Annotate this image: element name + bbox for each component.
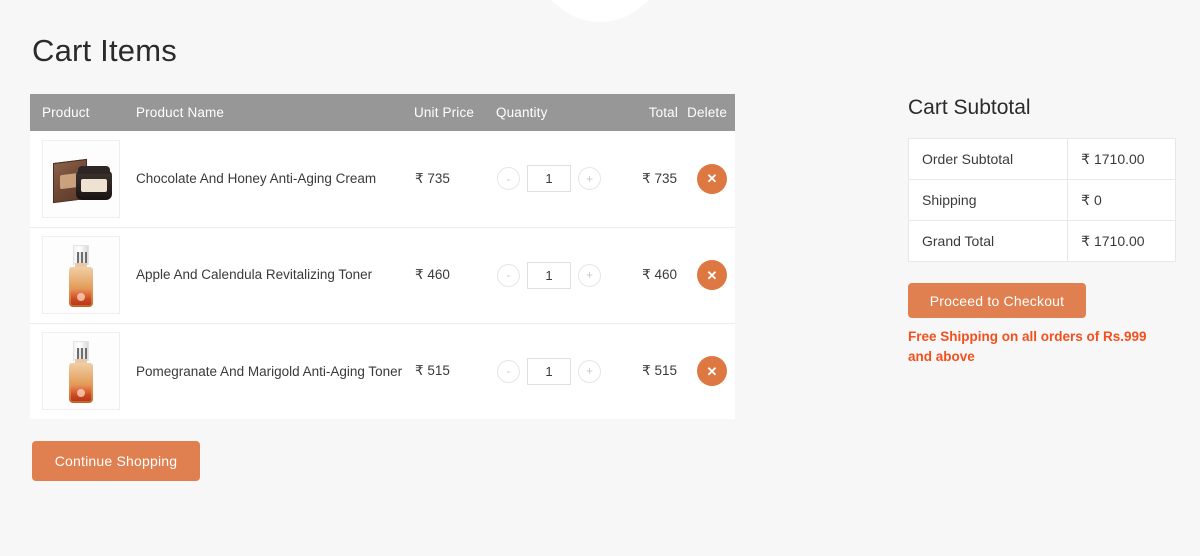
product-name[interactable]: Chocolate And Honey Anti-Aging Cream xyxy=(126,131,414,227)
column-header-product-name: Product Name xyxy=(126,94,414,131)
page-title: Cart Items xyxy=(32,34,735,68)
delete-item-button[interactable]: ✕ xyxy=(697,356,727,386)
cart-table-header-row: Product Product Name Unit Price Quantity… xyxy=(30,94,735,131)
delete-cell: ✕ xyxy=(678,227,735,323)
cart-items-section: Cart Items Product Product Name Unit Pri… xyxy=(30,34,735,481)
table-row: Grand Total ₹ 1710.00 xyxy=(909,221,1176,262)
quantity-decrement-button[interactable]: - xyxy=(497,264,520,287)
grand-total-label: Grand Total xyxy=(909,221,1068,262)
cream-jar-icon xyxy=(76,171,112,200)
column-header-product: Product xyxy=(30,94,126,131)
quantity-stepper: - + xyxy=(496,323,606,419)
column-header-quantity: Quantity xyxy=(496,94,606,131)
cart-page: Cart Items Product Product Name Unit Pri… xyxy=(0,0,1200,556)
bottle-label-icon xyxy=(71,289,91,305)
unit-price-value: ₹ 460 xyxy=(414,227,496,323)
product-image-cell xyxy=(30,131,126,227)
cart-table-header: Product Product Name Unit Price Quantity… xyxy=(30,94,735,131)
table-row: Order Subtotal ₹ 1710.00 xyxy=(909,139,1176,180)
product-name[interactable]: Apple And Calendula Revitalizing Toner xyxy=(126,227,414,323)
subtotal-title: Cart Subtotal xyxy=(908,96,1176,119)
bottle-cap-icon xyxy=(73,341,89,361)
product-thumbnail-cream-jar[interactable] xyxy=(42,140,120,218)
quantity-input[interactable] xyxy=(527,262,571,289)
cart-items-table: Product Product Name Unit Price Quantity… xyxy=(30,94,735,419)
shipping-label: Shipping xyxy=(909,180,1068,221)
row-total-value: ₹ 735 xyxy=(606,131,678,227)
column-header-unit-price: Unit Price xyxy=(414,94,496,131)
shipping-value: ₹ 0 xyxy=(1068,180,1176,221)
quantity-input[interactable] xyxy=(527,165,571,192)
column-header-delete: Delete xyxy=(678,94,735,131)
quantity-input[interactable] xyxy=(527,358,571,385)
product-thumbnail-toner-bottle[interactable] xyxy=(42,236,120,314)
header-circle-decoration xyxy=(536,0,664,22)
quantity-stepper: - + xyxy=(496,227,606,323)
row-total-value: ₹ 460 xyxy=(606,227,678,323)
proceed-to-checkout-button[interactable]: Proceed to Checkout xyxy=(908,283,1086,318)
quantity-increment-button[interactable]: + xyxy=(578,264,601,287)
delete-cell: ✕ xyxy=(678,131,735,227)
quantity-decrement-button[interactable]: - xyxy=(497,360,520,383)
delete-item-button[interactable]: ✕ xyxy=(697,260,727,290)
table-row: Chocolate And Honey Anti-Aging Cream ₹ 7… xyxy=(30,131,735,227)
grand-total-value: ₹ 1710.00 xyxy=(1068,221,1176,262)
delete-item-button[interactable]: ✕ xyxy=(697,164,727,194)
cart-subtotal-section: Cart Subtotal Order Subtotal ₹ 1710.00 S… xyxy=(908,96,1176,366)
row-total-value: ₹ 515 xyxy=(606,323,678,419)
product-thumbnail-toner-bottle[interactable] xyxy=(42,332,120,410)
cart-items-card: Product Product Name Unit Price Quantity… xyxy=(30,94,735,419)
quantity-stepper: - + xyxy=(496,131,606,227)
unit-price-value: ₹ 515 xyxy=(414,323,496,419)
unit-price-value: ₹ 735 xyxy=(414,131,496,227)
table-row: Shipping ₹ 0 xyxy=(909,180,1176,221)
bottle-cap-icon xyxy=(73,245,89,265)
table-row: Pomegranate And Marigold Anti-Aging Tone… xyxy=(30,323,735,419)
quantity-decrement-button[interactable]: - xyxy=(497,167,520,190)
delete-cell: ✕ xyxy=(678,323,735,419)
free-shipping-note: Free Shipping on all orders of Rs.999 an… xyxy=(908,327,1166,366)
quantity-increment-button[interactable]: + xyxy=(578,360,601,383)
subtotal-table: Order Subtotal ₹ 1710.00 Shipping ₹ 0 Gr… xyxy=(908,138,1176,262)
order-subtotal-label: Order Subtotal xyxy=(909,139,1068,180)
product-image-cell xyxy=(30,323,126,419)
continue-shopping-button[interactable]: Continue Shopping xyxy=(32,441,200,481)
product-name[interactable]: Pomegranate And Marigold Anti-Aging Tone… xyxy=(126,323,414,419)
cart-table-body: Chocolate And Honey Anti-Aging Cream ₹ 7… xyxy=(30,131,735,419)
quantity-increment-button[interactable]: + xyxy=(578,167,601,190)
order-subtotal-value: ₹ 1710.00 xyxy=(1068,139,1176,180)
bottle-label-icon xyxy=(71,385,91,401)
column-header-total: Total xyxy=(606,94,678,131)
table-row: Apple And Calendula Revitalizing Toner ₹… xyxy=(30,227,735,323)
product-image-cell xyxy=(30,227,126,323)
